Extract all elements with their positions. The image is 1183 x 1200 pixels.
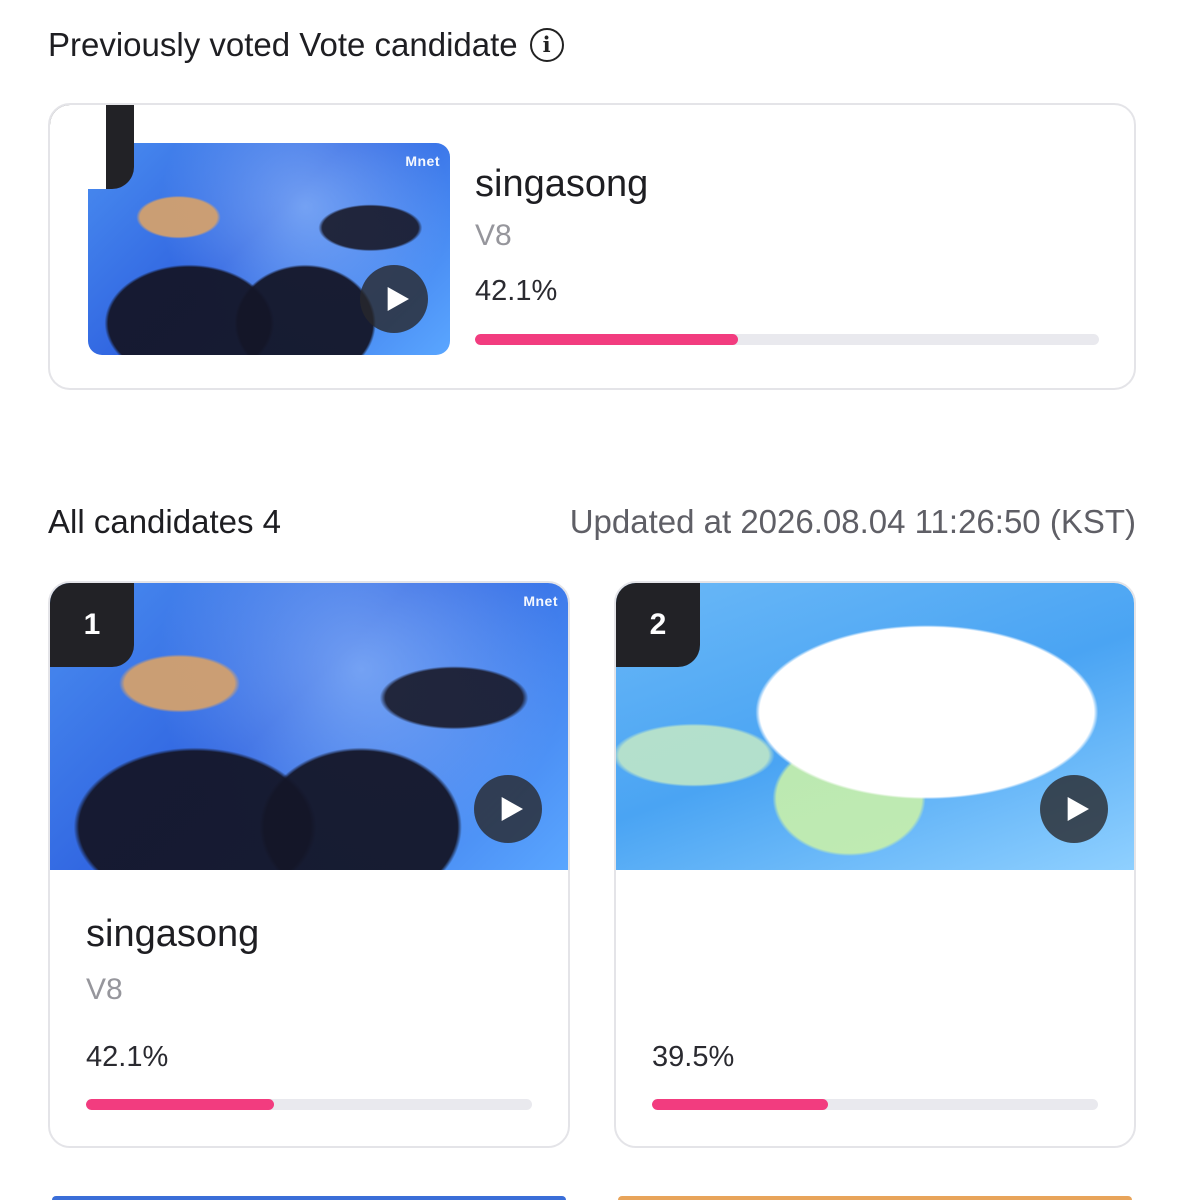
rank-badge: [50, 105, 134, 189]
all-candidates-title: All candidates 4: [48, 503, 281, 540]
rank-badge: 1: [50, 583, 134, 667]
play-icon[interactable]: [474, 775, 542, 843]
play-icon[interactable]: [360, 265, 428, 333]
vote-progress-bar: [86, 1099, 532, 1110]
updated-timestamp: Updated at 2026.08.04 11:26:50 (KST): [569, 503, 1136, 540]
vote-progress-fill: [652, 1099, 829, 1110]
song-title: [652, 911, 852, 957]
vote-percent: 42.1%: [475, 275, 558, 307]
artist-name: V8: [86, 973, 123, 1006]
candidate-card-peek[interactable]: [618, 1196, 1132, 1200]
song-title: singasong: [475, 163, 649, 205]
vote-progress-bar: [652, 1099, 1098, 1110]
candidate-thumbnail[interactable]: Mnet: [88, 143, 450, 355]
artist-name: [652, 971, 772, 1009]
all-candidates-header: All candidates 4 Updated at 2026.08.04 1…: [48, 500, 1136, 544]
mnet-logo: Mnet: [405, 153, 440, 169]
candidate-card[interactable]: 2 39.5%: [614, 581, 1136, 1148]
vote-percent: 39.5%: [652, 1041, 735, 1073]
vote-percent: 42.1%: [86, 1041, 169, 1073]
info-icon[interactable]: i: [529, 28, 564, 62]
song-title: singasong: [86, 913, 260, 955]
candidate-card-peek[interactable]: [52, 1196, 566, 1200]
voted-section-title: Previously voted Vote candidate: [48, 26, 518, 63]
vote-progress-fill: [86, 1099, 274, 1110]
rank-badge: 2: [616, 583, 700, 667]
mnet-logo: Mnet: [523, 593, 558, 609]
voted-section-header: Previously voted Vote candidate i: [48, 22, 564, 68]
play-icon[interactable]: [1040, 775, 1108, 843]
vote-progress-fill: [475, 334, 738, 345]
candidate-card[interactable]: Mnet 1 singasong V8 42.1%: [48, 581, 570, 1148]
vote-progress-bar: [475, 334, 1099, 345]
voted-candidate-card[interactable]: Mnet singasong V8 42.1%: [48, 103, 1136, 390]
artist-name: V8: [475, 219, 512, 252]
